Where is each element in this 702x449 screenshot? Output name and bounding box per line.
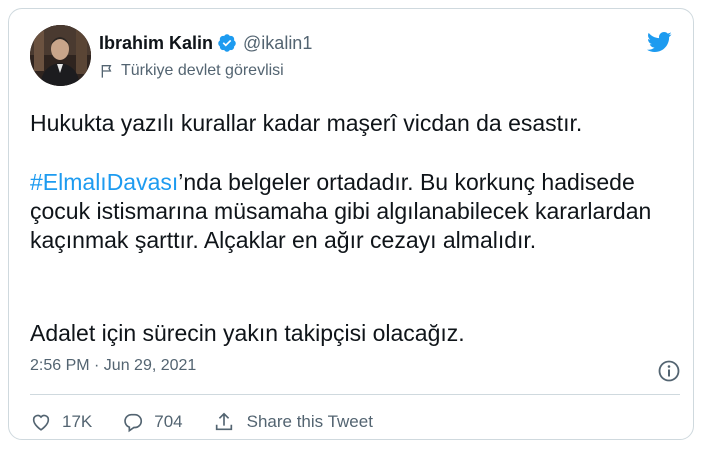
tweet-card: Ibrahim Kalin @ikalin1 Türkiye devlet gö… [8,8,694,440]
hashtag-link[interactable]: #ElmalıDavası [30,169,178,195]
handle[interactable]: @ikalin1 [243,33,312,54]
reply-count: 704 [154,412,183,431]
share-label: Share this Tweet [246,412,373,431]
like-count: 17K [62,412,93,431]
tweet-paragraph-1: Hukukta yazılı kurallar kadar maşerî vic… [30,110,583,136]
display-name[interactable]: Ibrahim Kalin [99,33,213,54]
tweet-actions: 17K 704 Share this Tweet [30,405,403,439]
like-button[interactable]: 17K [30,411,92,433]
divider [30,394,680,395]
share-icon [215,412,232,431]
government-label: Türkiye devlet görevlisi [121,62,284,79]
government-label-row: Türkiye devlet görevlisi [99,60,284,82]
twitter-bird-icon[interactable] [644,29,674,55]
flag-icon [101,65,112,78]
share-button[interactable]: Share this Tweet [213,411,373,433]
heart-icon [32,414,50,431]
avatar[interactable] [30,25,91,86]
info-icon[interactable] [657,359,681,383]
tweet-paragraph-2: #ElmalıDavası’nda belgeler ortadadır. Bu… [30,168,690,255]
tweet-paragraph-3: Adalet için sürecin yakın takipçisi olac… [30,320,465,346]
verified-badge-icon [218,34,236,52]
reply-icon [124,413,143,433]
timestamp[interactable]: 2:56 PM · Jun 29, 2021 [30,357,196,375]
reply-button[interactable]: 704 [122,411,183,433]
author-name-row: Ibrahim Kalin @ikalin1 [99,31,312,55]
